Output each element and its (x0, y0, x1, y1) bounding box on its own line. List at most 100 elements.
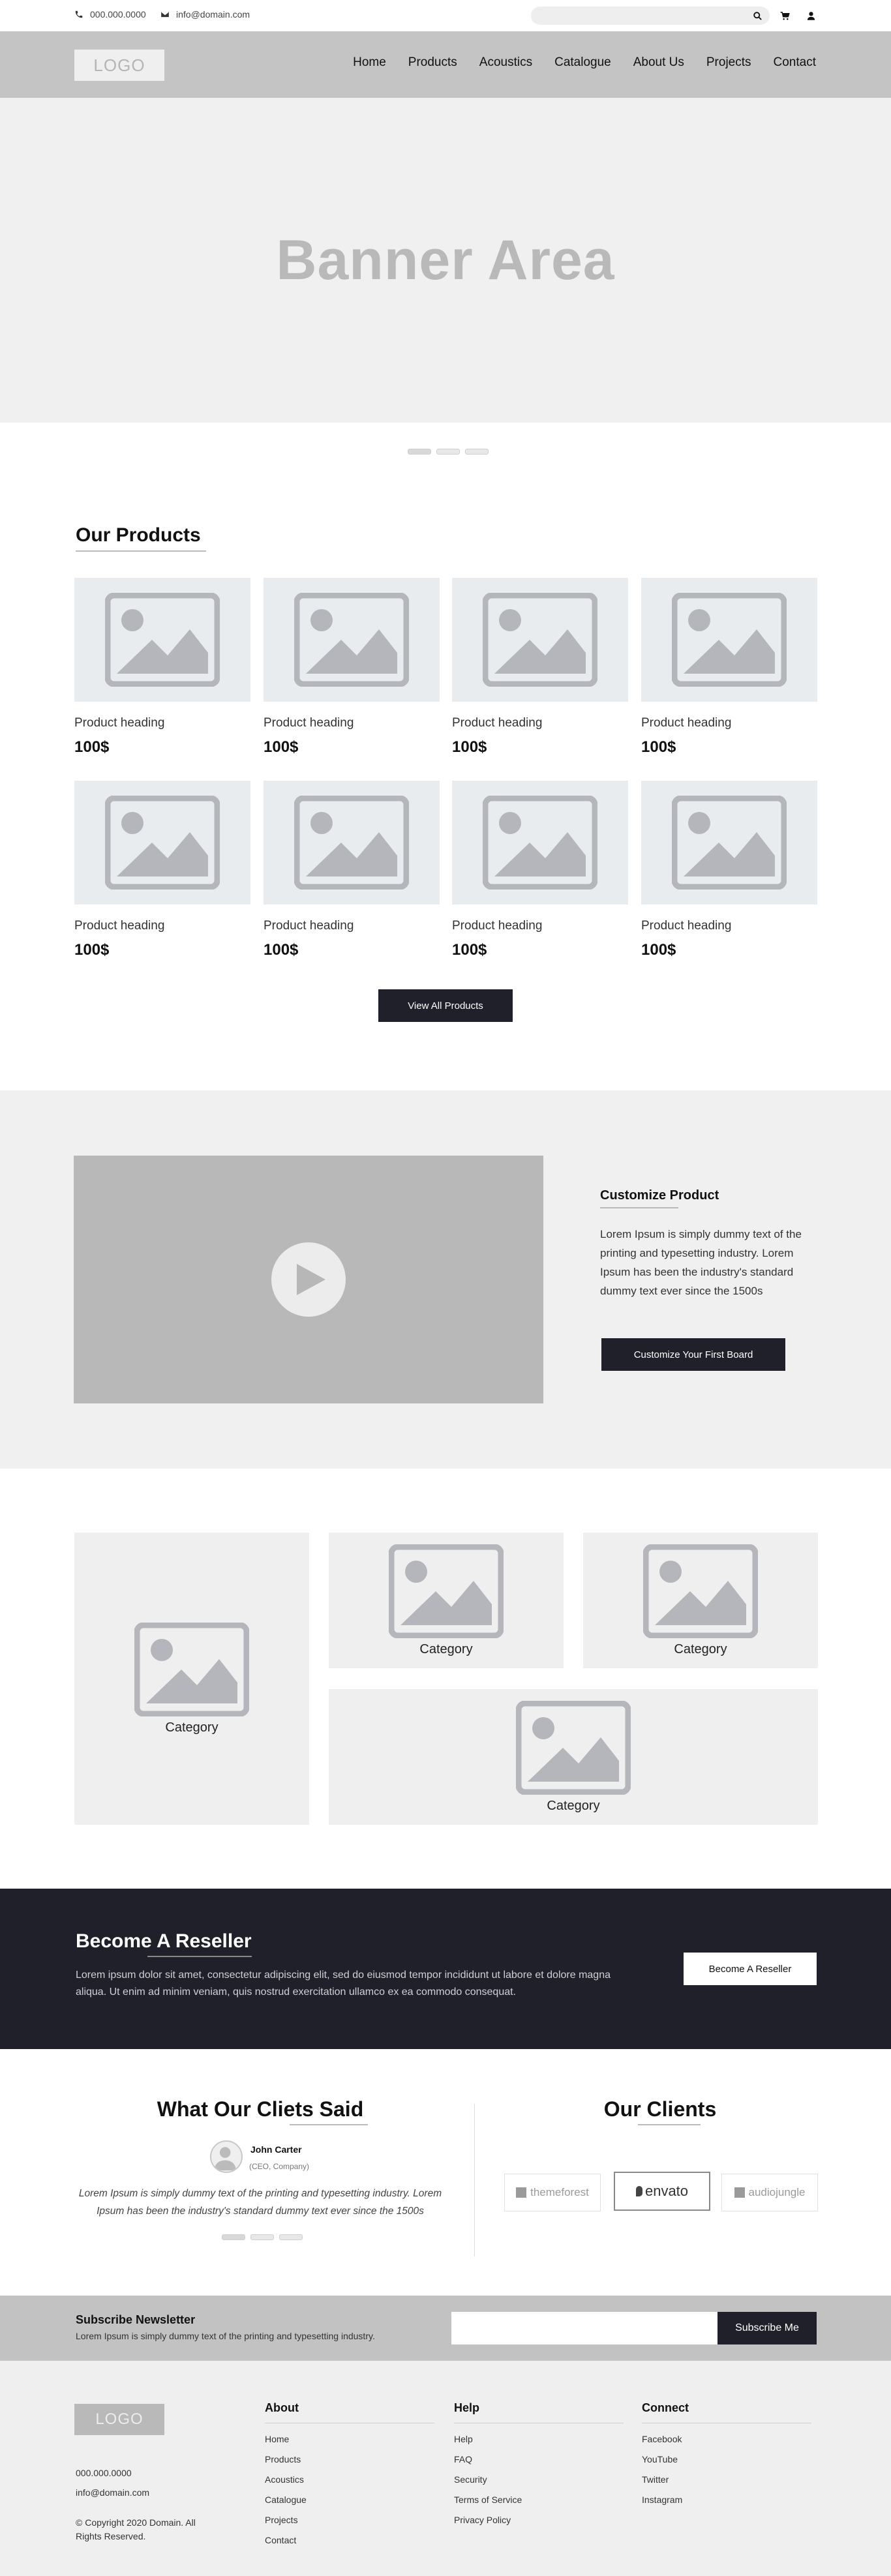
category-tile[interactable]: Category (329, 1533, 564, 1668)
client-logo-themeforest[interactable]: themeforest (504, 2174, 601, 2211)
footer-about-column: About Home Products Acoustics Catalogue … (265, 2401, 434, 2555)
mail-icon (161, 11, 169, 18)
footer-link-products[interactable]: Products (265, 2454, 434, 2464)
product-price: 100$ (74, 941, 110, 959)
product-card[interactable]: Product heading 100$ (452, 781, 628, 959)
slider-dot-2[interactable] (436, 449, 460, 455)
footer-link-acoustics[interactable]: Acoustics (265, 2474, 434, 2485)
reseller-title: Become A Reseller (76, 1930, 252, 1957)
subscribe-description: Lorem Ipsum is simply dummy text of the … (76, 2331, 375, 2341)
footer-connect-column: Connect Facebook YouTube Twitter Instagr… (642, 2401, 811, 2515)
product-name[interactable]: Product heading (74, 716, 250, 730)
category-tile[interactable]: Category (74, 1533, 309, 1825)
footer-link-terms[interactable]: Terms of Service (454, 2494, 624, 2505)
slider-dot-1[interactable] (222, 2234, 245, 2240)
testimonials-title: What Our Cliets Said (76, 2097, 445, 2125)
category-label: Category (165, 1720, 219, 1735)
product-price: 100$ (264, 738, 299, 756)
nav-about-us[interactable]: About Us (633, 55, 684, 70)
footer-link-security[interactable]: Security (454, 2474, 624, 2485)
product-card[interactable]: Product heading 100$ (452, 578, 628, 756)
user-icon[interactable] (804, 8, 818, 23)
footer-about-title: About (265, 2401, 299, 2414)
image-placeholder-icon (516, 1700, 631, 1795)
banner: Banner Area (0, 98, 891, 423)
product-name[interactable]: Product heading (641, 716, 817, 730)
footer-link-privacy[interactable]: Privacy Policy (454, 2515, 624, 2525)
footer-help-title: Help (454, 2401, 480, 2414)
image-placeholder-icon (264, 781, 440, 905)
title-underline (600, 1207, 678, 1208)
product-card[interactable]: Product heading 100$ (264, 578, 440, 756)
product-card[interactable]: Product heading 100$ (641, 781, 817, 959)
product-name[interactable]: Product heading (264, 716, 440, 730)
client-logo-audiojungle[interactable]: audiojungle (721, 2174, 818, 2211)
subscribe-email-input[interactable] (451, 2312, 717, 2344)
product-name[interactable]: Product heading (641, 919, 817, 933)
products-title-text: Our Products (76, 524, 201, 546)
logo[interactable]: LOGO (74, 50, 164, 81)
footer-link-instagram[interactable]: Instagram (642, 2494, 811, 2505)
footer-connect-links: Facebook YouTube Twitter Instagram (642, 2434, 811, 2505)
nav-projects[interactable]: Projects (706, 55, 751, 70)
nav-contact[interactable]: Contact (774, 55, 816, 70)
client-logo-envato[interactable]: envato (614, 2172, 710, 2211)
themeforest-mark-icon (516, 2187, 527, 2198)
product-name[interactable]: Product heading (452, 919, 628, 933)
subscribe-button[interactable]: Subscribe Me (717, 2312, 817, 2344)
testimonial-quote: Lorem Ipsum is simply dummy text of the … (78, 2188, 442, 2217)
product-price: 100$ (641, 941, 676, 959)
category-tile[interactable]: Category (583, 1533, 818, 1668)
footer-link-home[interactable]: Home (265, 2434, 434, 2444)
product-card[interactable]: Product heading 100$ (74, 781, 250, 959)
email-text[interactable]: info@domain.com (176, 9, 250, 20)
reseller-description: Lorem ipsum dolor sit amet, consectetur … (76, 1969, 611, 1998)
product-card[interactable]: Product heading 100$ (641, 578, 817, 756)
footer-link-projects[interactable]: Projects (265, 2515, 434, 2525)
products-section-title: Our Products (76, 524, 206, 552)
view-all-products-button[interactable]: View All Products (378, 989, 513, 1022)
image-placeholder-icon (643, 1544, 758, 1638)
search-input[interactable] (531, 7, 770, 25)
product-price: 100$ (74, 738, 110, 756)
slider-dot-3[interactable] (465, 449, 489, 455)
product-card[interactable]: Product heading 100$ (264, 781, 440, 959)
category-tile[interactable]: Category (329, 1689, 818, 1825)
product-card[interactable]: Product heading 100$ (74, 578, 250, 756)
product-name[interactable]: Product heading (452, 716, 628, 730)
envato-leaf-icon (635, 2186, 642, 2196)
slider-dot-3[interactable] (279, 2234, 303, 2240)
footer-link-twitter[interactable]: Twitter (642, 2474, 811, 2485)
footer-link-catalogue[interactable]: Catalogue (265, 2494, 434, 2505)
video-player[interactable] (74, 1156, 543, 1403)
title-underline (638, 2124, 701, 2125)
search-icon[interactable] (750, 8, 764, 23)
play-icon[interactable] (271, 1242, 346, 1317)
testimonials-title-text: What Our Cliets Said (157, 2097, 364, 2121)
clients-title-text: Our Clients (603, 2097, 717, 2121)
footer-link-contact[interactable]: Contact (265, 2535, 434, 2545)
image-placeholder-icon (74, 578, 250, 702)
category-label: Category (674, 1641, 727, 1656)
footer-link-youtube[interactable]: YouTube (642, 2454, 811, 2464)
footer-link-help[interactable]: Help (454, 2434, 624, 2444)
nav-acoustics[interactable]: Acoustics (479, 55, 532, 70)
slider-dot-1[interactable] (408, 449, 431, 455)
phone-contact: 000.000.0000 (74, 9, 146, 20)
nav-home[interactable]: Home (353, 55, 386, 70)
slider-dot-2[interactable] (250, 2234, 274, 2240)
testimonial-name: John Carter (250, 2144, 302, 2155)
product-name[interactable]: Product heading (264, 919, 440, 933)
cart-icon[interactable] (778, 8, 792, 23)
product-name[interactable]: Product heading (74, 919, 250, 933)
customize-board-button[interactable]: Customize Your First Board (601, 1338, 785, 1371)
footer-logo[interactable]: LOGO (74, 2404, 164, 2435)
reseller-title-text: Become A Reseller (76, 1930, 252, 1952)
footer-link-faq[interactable]: FAQ (454, 2454, 624, 2464)
nav-products[interactable]: Products (408, 55, 457, 70)
footer-email[interactable]: info@domain.com (76, 2487, 149, 2498)
nav-catalogue[interactable]: Catalogue (554, 55, 611, 70)
footer-link-facebook[interactable]: Facebook (642, 2434, 811, 2444)
become-reseller-button[interactable]: Become A Reseller (684, 1953, 817, 1985)
testimonial-role: (CEO, Company) (249, 2162, 310, 2171)
